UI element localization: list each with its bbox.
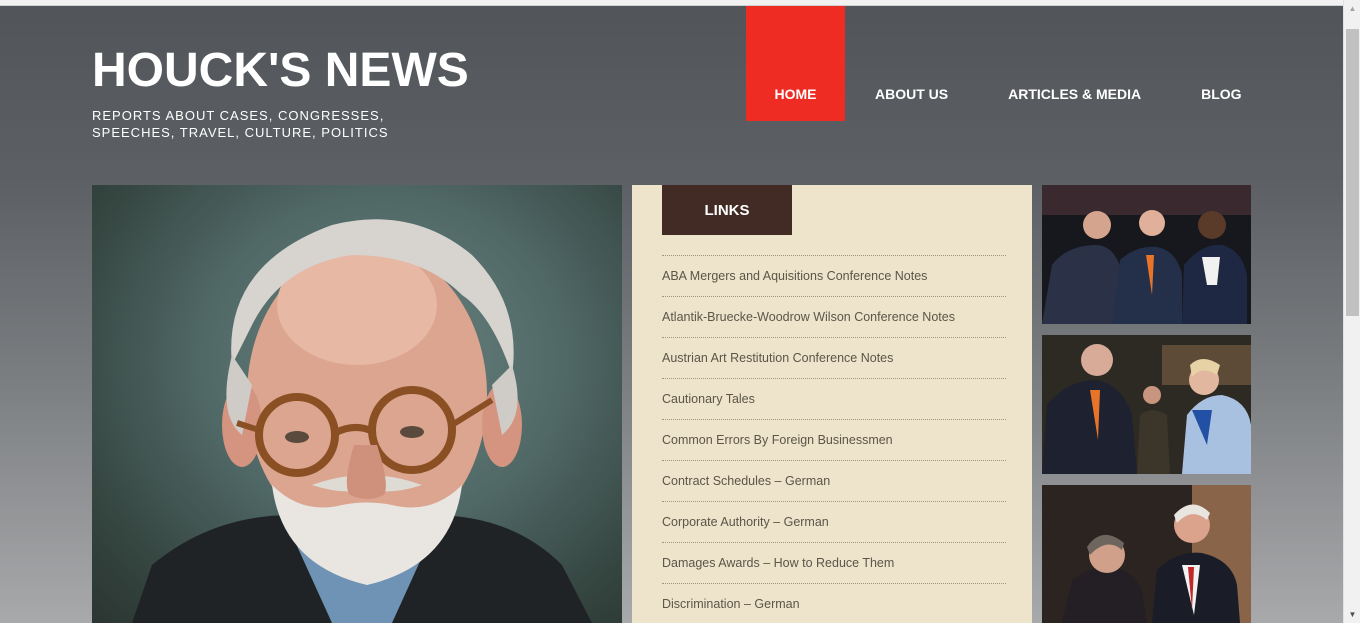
nav-blog[interactable]: BLOG	[1171, 6, 1271, 121]
gallery-photo-3[interactable]	[1042, 485, 1251, 623]
portrait-illustration	[132, 219, 592, 623]
links-panel: LINKS ABA Mergers and Aquisitions Confer…	[632, 185, 1032, 623]
nav-articles-media[interactable]: ARTICLES & MEDIA	[978, 6, 1171, 121]
link-item[interactable]: Corporate Authority – German	[662, 502, 1006, 543]
gallery-photo-1[interactable]	[1042, 185, 1251, 324]
scrollbar[interactable]: ▲ ▼	[1343, 0, 1360, 623]
gallery-photo-2[interactable]	[1042, 335, 1251, 474]
nav-home[interactable]: HOME	[746, 6, 845, 121]
scroll-down-arrow-icon[interactable]: ▼	[1344, 606, 1360, 623]
link-item[interactable]: Contract Schedules – German	[662, 461, 1006, 502]
links-heading: LINKS	[662, 185, 792, 235]
link-item[interactable]: Damages Awards – How to Reduce Them	[662, 543, 1006, 584]
link-item[interactable]: ABA Mergers and Aquisitions Conference N…	[662, 256, 1006, 297]
link-item[interactable]: Austrian Art Restitution Conference Note…	[662, 338, 1006, 379]
link-item[interactable]: Discrimination – German	[662, 584, 1006, 623]
scroll-up-arrow-icon[interactable]: ▲	[1344, 0, 1360, 17]
gallery-photo-2-illustration	[1042, 335, 1251, 474]
portrait-photo	[92, 185, 622, 623]
site-logo[interactable]: HOUCK'S NEWS	[92, 44, 469, 98]
gallery-photo-1-illustration	[1042, 185, 1251, 324]
link-item[interactable]: Atlantik-Bruecke-Woodrow Wilson Conferen…	[662, 297, 1006, 338]
gallery-photo-3-illustration	[1042, 485, 1251, 623]
link-item[interactable]: Cautionary Tales	[662, 379, 1006, 420]
nav-about-us[interactable]: ABOUT US	[845, 6, 978, 121]
main-nav: HOME ABOUT US ARTICLES & MEDIA BLOG	[746, 6, 1272, 121]
links-list: ABA Mergers and Aquisitions Conference N…	[662, 255, 1006, 623]
scrollbar-thumb[interactable]	[1346, 29, 1359, 316]
site-tagline: REPORTS ABOUT CASES, CONGRESSES, SPEECHE…	[92, 108, 389, 140]
link-item[interactable]: Common Errors By Foreign Businessmen	[662, 420, 1006, 461]
